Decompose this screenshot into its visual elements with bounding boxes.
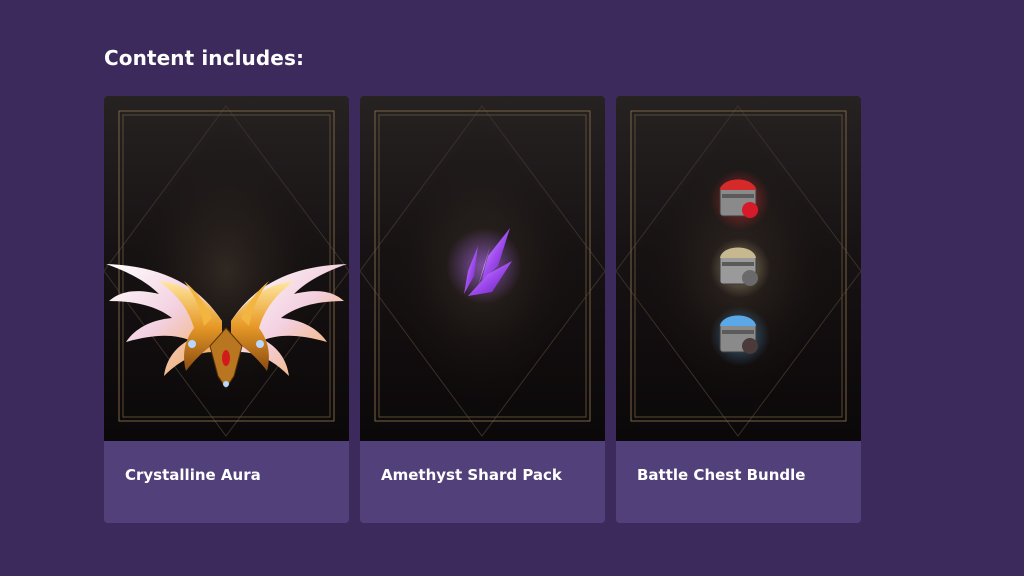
item-label: Battle Chest Bundle [637,466,806,484]
item-artwork [616,96,861,441]
item-artwork [360,96,605,441]
item-label: Amethyst Shard Pack [381,466,562,484]
item-card-amethyst-shard-pack[interactable]: Amethyst Shard Pack [360,96,605,523]
section-heading: Content includes: [104,46,305,70]
item-artwork [104,96,349,441]
item-card-battle-chest-bundle[interactable]: Battle Chest Bundle [616,96,861,523]
item-card-crystalline-aura[interactable]: Crystalline Aura [104,96,349,523]
content-includes-section: Content includes: Crystalline Aura Ameth… [0,0,1024,576]
amethyst-shard-icon [446,228,522,304]
item-label: Crystalline Aura [125,466,261,484]
treasure-chests-icon [710,170,770,366]
